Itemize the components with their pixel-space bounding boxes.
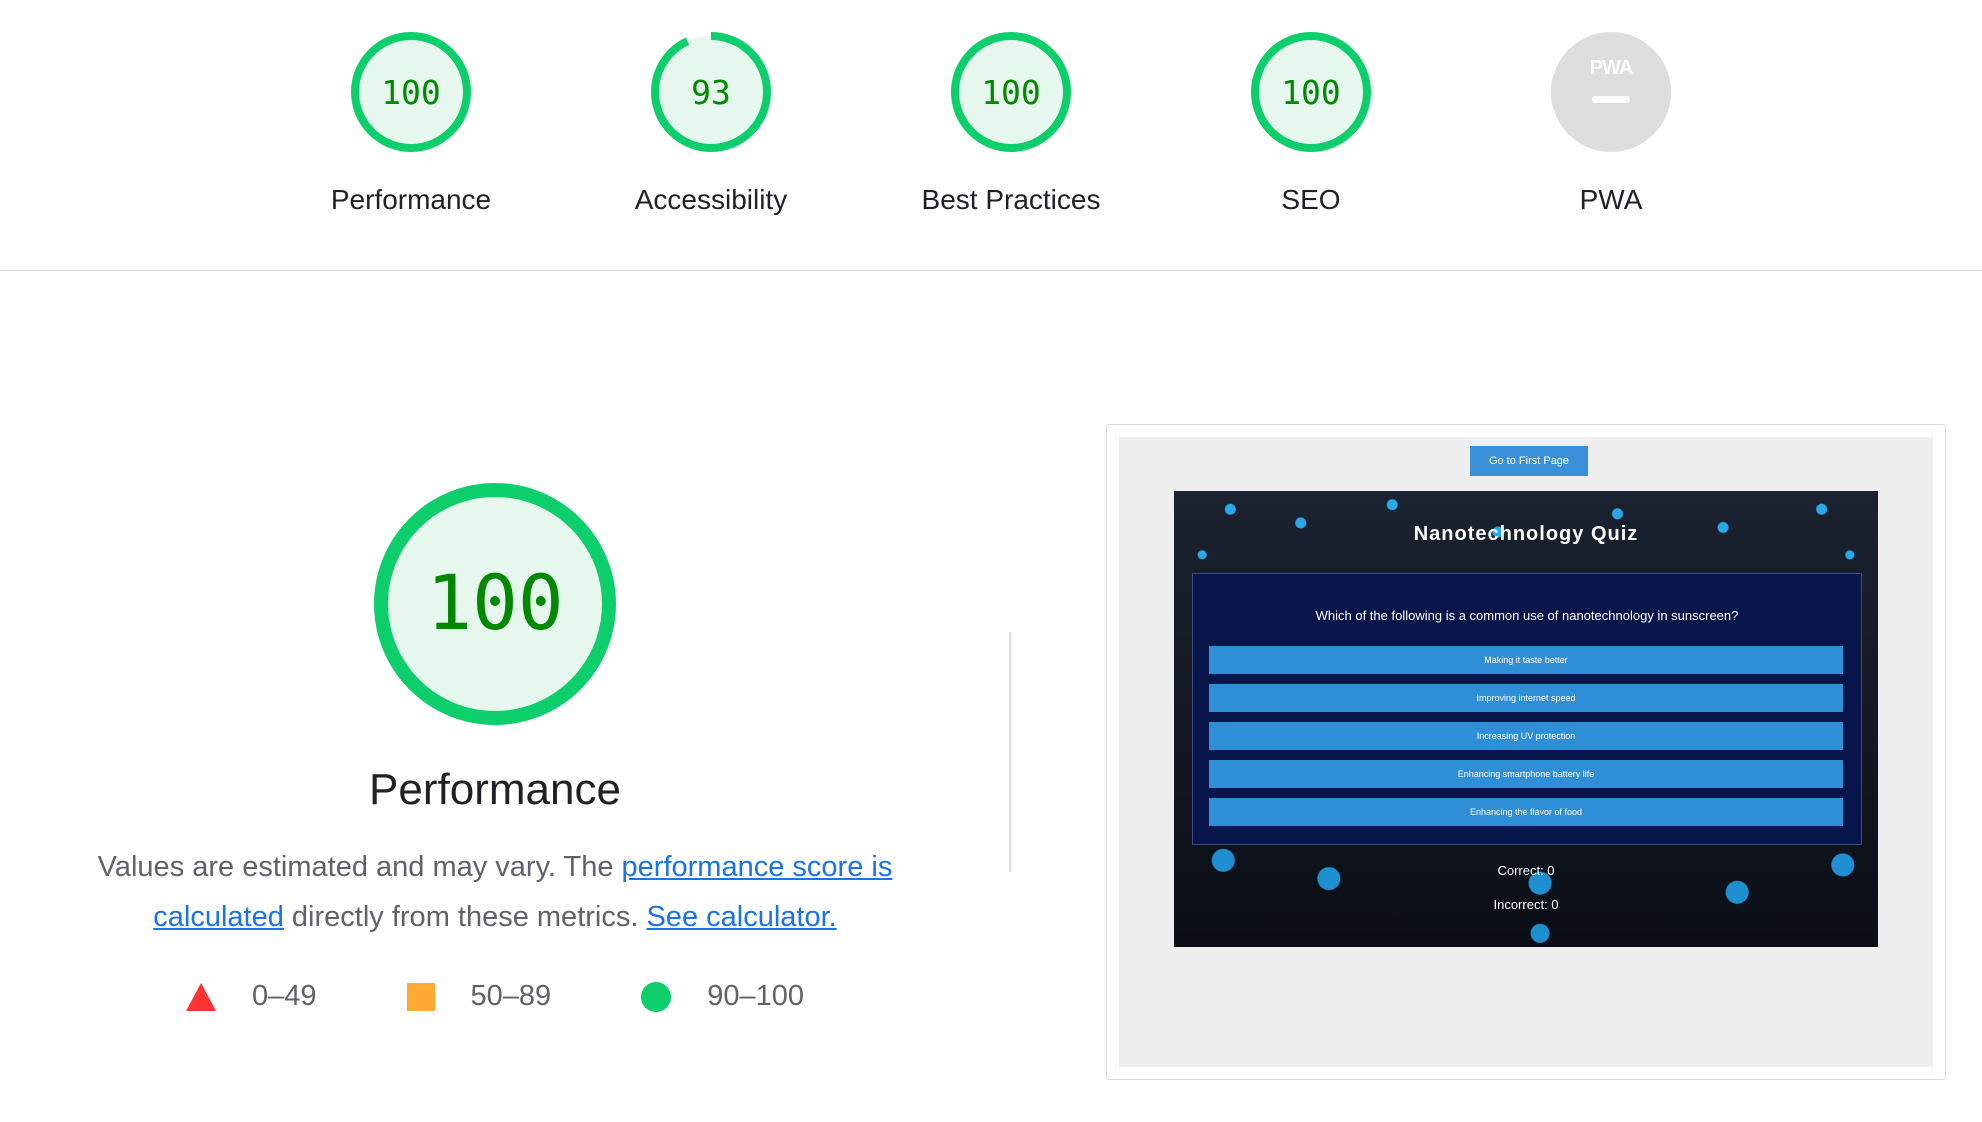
final-screenshot-frame[interactable]: Go to First Page Nanotechnology Quiz Whi… — [1106, 424, 1946, 1080]
best-practices-label: Best Practices — [921, 184, 1101, 215]
legend-pass: 90–100 — [641, 980, 804, 1013]
answer-option: Increasing UV protection — [1209, 722, 1843, 750]
pwa-badge-icon: PWA — [1551, 32, 1671, 152]
category-gauges: 100 Performance 93 Accessibility 100 Bes… — [0, 0, 1982, 271]
legend-average: 50–89 — [406, 980, 552, 1013]
gauge-best-practices[interactable]: 100 Best Practices — [881, 30, 1141, 218]
see-calculator-link[interactable]: See calculator. — [646, 901, 836, 933]
quiz-title: Nanotechnology Quiz — [1413, 523, 1639, 545]
best-practices-score: 100 — [981, 73, 1041, 112]
best-practices-gauge-ring: 100 — [951, 32, 1071, 152]
performance-big-gauge: 100 — [374, 483, 616, 725]
answer-option: Making it taste better — [1209, 646, 1843, 674]
seo-gauge-ring: 100 — [1251, 32, 1371, 152]
final-screenshot: Go to First Page Nanotechnology Quiz Whi… — [1119, 437, 1933, 1067]
quiz-page-preview: Nanotechnology Quiz Which of the followi… — [1174, 491, 1878, 947]
score-legend: 0–49 50–89 90–100 — [60, 980, 930, 1013]
performance-description: Values are estimated and may vary. The p… — [60, 842, 930, 942]
gauge-seo[interactable]: 100 SEO — [1181, 30, 1441, 218]
gauge-accessibility[interactable]: 93 Accessibility — [581, 30, 841, 218]
accessibility-label: Accessibility — [634, 184, 788, 215]
legend-pass-range: 90–100 — [707, 980, 804, 1012]
performance-big-score: 100 — [426, 558, 563, 647]
answer-option: Improving internet speed — [1209, 684, 1843, 712]
answer-option: Enhancing smartphone battery life — [1209, 760, 1843, 788]
performance-gauge-ring: 100 — [351, 32, 471, 152]
legend-average-range: 50–89 — [470, 980, 552, 1012]
pwa-label: PWA — [1579, 184, 1643, 215]
performance-label: Performance — [330, 184, 492, 215]
vertical-divider — [1009, 632, 1011, 872]
answer-option: Enhancing the flavor of food — [1209, 798, 1843, 826]
gauge-pwa[interactable]: PWA PWA — [1481, 30, 1741, 218]
quiz-question: Which of the following is a common use o… — [1315, 608, 1739, 623]
performance-heading: Performance — [369, 765, 621, 814]
accessibility-gauge-ring: 93 — [651, 32, 771, 152]
correct-count: Correct: 0 — [1497, 863, 1555, 878]
description-text-start: Values are estimated and may vary. The — [97, 851, 622, 883]
accessibility-score: 93 — [691, 73, 731, 112]
gauge-performance[interactable]: 100 Performance — [281, 30, 541, 218]
pwa-dash-icon — [1592, 96, 1630, 103]
legend-fail: 0–49 — [186, 980, 317, 1013]
performance-score: 100 — [381, 73, 441, 112]
triangle-icon — [186, 982, 217, 1011]
quiz-question-box: Which of the following is a common use o… — [1192, 573, 1862, 845]
circle-icon — [641, 981, 672, 1012]
go-to-first-page-button: Go to First Page — [1470, 446, 1588, 476]
seo-label: SEO — [1281, 184, 1341, 215]
performance-summary: 100 Performance Values are estimated and… — [60, 480, 930, 1013]
legend-fail-range: 0–49 — [252, 980, 317, 1012]
pwa-badge-text: PWA — [1590, 57, 1633, 79]
square-icon — [406, 982, 435, 1011]
description-text-mid: directly from these metrics. — [283, 901, 647, 933]
seo-score: 100 — [1281, 73, 1341, 112]
incorrect-count: Incorrect: 0 — [1493, 897, 1559, 912]
